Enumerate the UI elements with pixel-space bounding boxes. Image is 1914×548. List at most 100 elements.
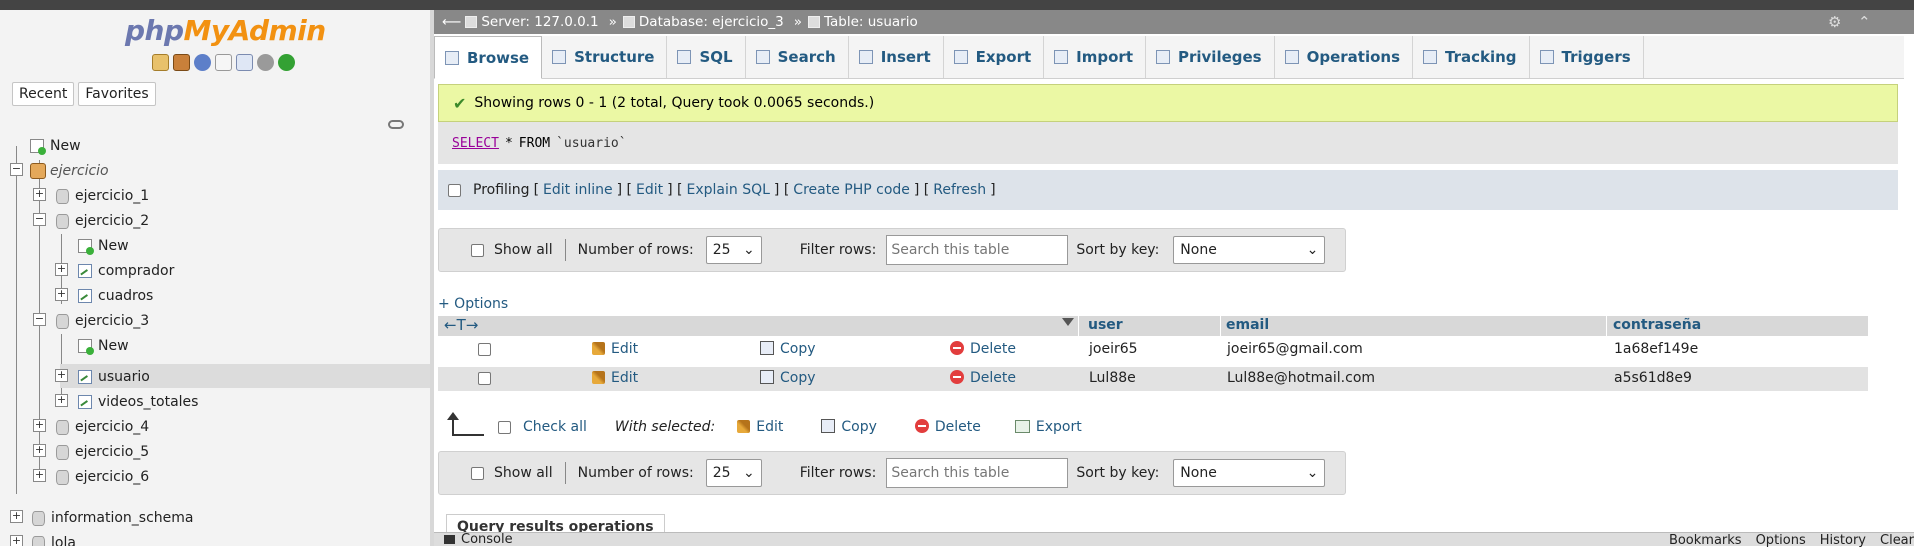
bulk-export-button[interactable]: Export — [1014, 419, 1082, 435]
tab-sql[interactable]: SQL — [667, 36, 746, 78]
bulk-copy-button[interactable]: Copy — [821, 419, 877, 435]
tree-db-ejercicio[interactable]: ejercicio — [30, 160, 109, 182]
row-copy-button[interactable]: Copy — [760, 341, 816, 357]
favorites-tab[interactable]: Favorites — [78, 82, 156, 106]
column-header-user[interactable]: user — [1088, 317, 1123, 333]
rows-per-page-select[interactable]: 25 ⌄ — [705, 236, 762, 264]
tree-new-database[interactable]: New — [30, 135, 81, 157]
check-all-link[interactable]: Check all — [523, 419, 587, 435]
filter-rows-input[interactable]: Search this table — [886, 235, 1069, 265]
home-icon[interactable] — [152, 54, 169, 71]
row-delete-button[interactable]: Delete — [950, 370, 1016, 386]
tab-privileges[interactable]: Privileges — [1146, 36, 1275, 78]
show-all-checkbox[interactable] — [471, 466, 484, 480]
tree-table-comprador[interactable]: comprador — [78, 260, 174, 282]
tab-import[interactable]: Import — [1044, 36, 1146, 78]
import-icon — [1054, 50, 1069, 64]
column-header-email[interactable]: email — [1226, 317, 1269, 333]
docs-icon[interactable] — [215, 54, 232, 71]
row-checkbox[interactable] — [478, 372, 491, 385]
tree-db-ejercicio-1[interactable]: ejercicio_1 — [56, 185, 149, 207]
expand-icon[interactable]: + — [33, 188, 46, 201]
tree-db-ejercicio-6[interactable]: ejercicio_6 — [56, 466, 149, 488]
tree-db-lola[interactable]: lola — [32, 532, 76, 546]
breadcrumb-database[interactable]: Database: ejercicio_3 — [639, 14, 784, 30]
row-edit-button[interactable]: Edit — [592, 370, 638, 386]
cell-email[interactable]: Lul88e@hotmail.com — [1227, 370, 1375, 386]
sql-docs-icon[interactable] — [236, 54, 253, 71]
console-bar[interactable]: Console Bookmarks Options History Clear — [434, 532, 1914, 548]
column-header-contrasena[interactable]: contraseña — [1613, 317, 1701, 333]
reload-icon[interactable] — [278, 54, 295, 71]
help-icon[interactable] — [194, 54, 211, 71]
column-arrows-icon[interactable]: ←T→ — [444, 316, 478, 334]
sort-arrow-icon[interactable] — [1062, 318, 1074, 326]
expand-icon[interactable]: + — [55, 394, 68, 407]
tab-search[interactable]: Search — [746, 36, 849, 78]
collapse-icon[interactable]: − — [33, 313, 46, 326]
settings-icon[interactable] — [257, 54, 274, 71]
tree-table-videos-totales[interactable]: videos_totales — [78, 391, 198, 413]
tree-db-ejercicio-5[interactable]: ejercicio_5 — [56, 441, 149, 463]
edit-inline-link[interactable]: Edit inline — [543, 182, 613, 198]
tab-structure[interactable]: Structure — [542, 36, 668, 78]
tab-export[interactable]: Export — [944, 36, 1045, 78]
expand-icon[interactable]: + — [55, 263, 68, 276]
sort-by-key-select[interactable]: None ⌄ — [1173, 459, 1326, 487]
collapse-icon[interactable]: − — [10, 163, 23, 176]
tree-db-ejercicio-4[interactable]: ejercicio_4 — [56, 416, 149, 438]
bulk-delete-button[interactable]: Delete — [914, 419, 981, 435]
bulk-edit-button[interactable]: Edit — [737, 419, 783, 435]
filter-rows-input[interactable]: Search this table — [886, 458, 1069, 488]
collapse-nav-icon[interactable]: ⟵ — [442, 14, 461, 30]
phpmyadmin-logo[interactable]: phpMyAdmin — [125, 14, 326, 47]
gear-icon[interactable]: ⚙ — [1828, 14, 1844, 30]
refresh-link[interactable]: Refresh — [933, 182, 986, 198]
row-edit-button[interactable]: Edit — [592, 341, 638, 357]
options-link[interactable]: + Options — [438, 296, 508, 312]
expand-icon[interactable]: + — [33, 444, 46, 457]
tab-operations[interactable]: Operations — [1275, 36, 1414, 78]
breadcrumb-server[interactable]: Server: 127.0.0.1 — [481, 14, 598, 30]
show-all-checkbox[interactable] — [471, 243, 484, 257]
check-all-checkbox[interactable] — [498, 420, 511, 434]
tree-e3-new-table[interactable]: New — [78, 335, 129, 357]
tree-table-cuadros[interactable]: cuadros — [78, 285, 153, 307]
cell-email[interactable]: joeir65@gmail.com — [1227, 341, 1363, 357]
link-with-main-icon[interactable] — [388, 120, 404, 129]
collapse-icon[interactable]: − — [33, 213, 46, 226]
explain-sql-link[interactable]: Explain SQL — [687, 182, 770, 198]
expand-icon[interactable]: + — [33, 469, 46, 482]
expand-icon[interactable]: + — [33, 419, 46, 432]
cell-user[interactable]: joeir65 — [1089, 341, 1138, 357]
tree-db-information-schema[interactable]: information_schema — [32, 507, 194, 529]
expand-icon[interactable]: + — [10, 535, 23, 546]
tab-browse[interactable]: Browse — [434, 36, 543, 79]
tree-db-ejercicio-2[interactable]: ejercicio_2 — [56, 210, 149, 232]
row-delete-button[interactable]: Delete — [950, 341, 1016, 357]
expand-icon[interactable]: + — [55, 369, 68, 382]
create-php-code-link[interactable]: Create PHP code — [793, 182, 910, 198]
expand-icon[interactable]: + — [10, 510, 23, 523]
logout-icon[interactable] — [173, 54, 190, 71]
collapse-top-icon[interactable]: ⌃ — [1858, 14, 1874, 30]
cell-user[interactable]: Lul88e — [1089, 370, 1136, 386]
tab-triggers[interactable]: Triggers — [1530, 36, 1644, 78]
row-copy-button[interactable]: Copy — [760, 370, 816, 386]
rows-per-page-select[interactable]: 25 ⌄ — [705, 459, 762, 487]
row-checkbox[interactable] — [478, 343, 491, 356]
tree-e2-new-table[interactable]: New — [78, 235, 129, 257]
recent-tab[interactable]: Recent — [12, 82, 75, 106]
breadcrumb-table[interactable]: Table: usuario — [824, 14, 918, 30]
edit-link[interactable]: Edit — [636, 182, 663, 198]
profiling-checkbox[interactable] — [448, 183, 461, 197]
cell-contrasena[interactable]: a5s61d8e9 — [1614, 370, 1692, 386]
tree-db-ejercicio-3[interactable]: ejercicio_3 — [56, 310, 149, 332]
expand-icon[interactable]: + — [55, 288, 68, 301]
sql-query-box[interactable]: SELECT * FROM `usuario` — [438, 122, 1898, 164]
cell-contrasena[interactable]: 1a68ef149e — [1614, 341, 1698, 357]
tab-tracking[interactable]: Tracking — [1413, 36, 1530, 78]
sort-by-key-select[interactable]: None ⌄ — [1173, 236, 1326, 264]
tab-insert[interactable]: Insert — [849, 36, 944, 78]
tree-table-usuario[interactable]: usuario — [78, 366, 150, 388]
